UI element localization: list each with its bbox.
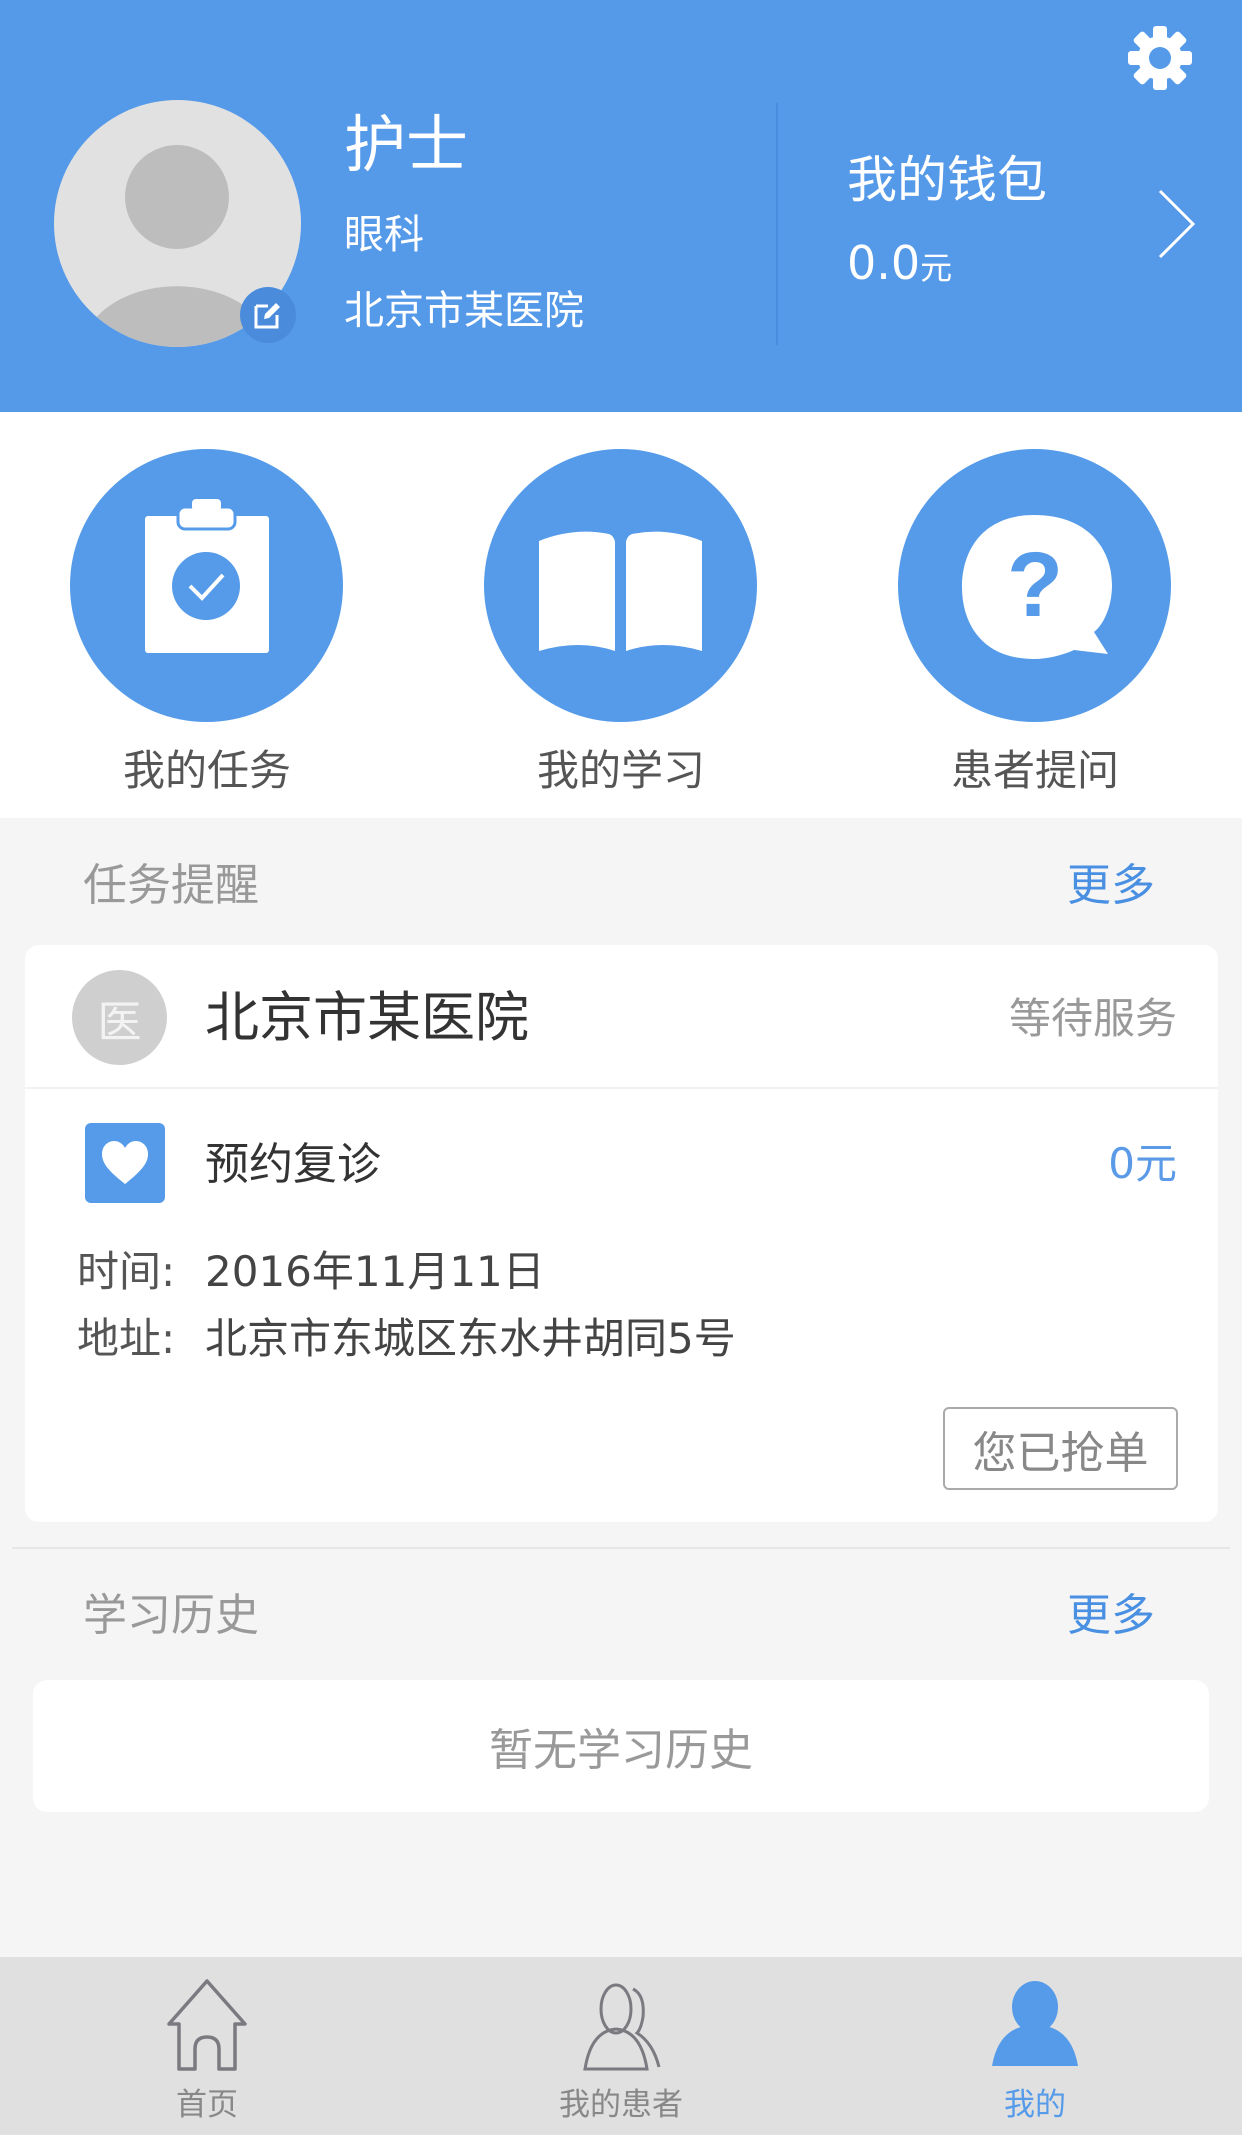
svg-text:?: ?	[1007, 534, 1063, 636]
wallet-amount-unit: 元	[920, 249, 953, 287]
quick-action-patient-questions[interactable]: ? 患者提问	[828, 412, 1242, 818]
time-label: 时间:	[77, 1247, 176, 1296]
gear-icon[interactable]	[1125, 23, 1195, 93]
section-divider	[12, 1547, 1230, 1549]
card-divider	[25, 1087, 1218, 1089]
tab-label: 首页	[176, 2087, 238, 2123]
quick-action-my-study[interactable]: 我的学习	[414, 412, 828, 818]
tab-label: 我的患者	[559, 2087, 683, 2123]
task-address-row: 地址: 北京市东城区东水井胡同5号	[77, 1318, 736, 1360]
address-value: 北京市东城区东水井胡同5号	[205, 1314, 736, 1363]
tab-me[interactable]: 我的	[828, 1957, 1242, 2135]
quick-action-my-tasks[interactable]: 我的任务	[0, 412, 414, 818]
edit-icon	[254, 303, 280, 329]
task-reminder-more-link[interactable]: 更多	[1067, 864, 1155, 908]
time-value: 2016年11月11日	[205, 1247, 545, 1296]
empty-state-text: 暂无学习历史	[489, 1725, 753, 1776]
task-hospital-name: 北京市某医院	[205, 986, 529, 1049]
wallet-title: 我的钱包	[847, 151, 1047, 209]
header-divider	[776, 103, 778, 345]
heart-icon	[102, 1141, 148, 1184]
study-history-more-link[interactable]: 更多	[1067, 1594, 1155, 1638]
profile-icon	[992, 1981, 1078, 2066]
service-price: 0元	[1108, 1139, 1177, 1188]
service-icon-box	[85, 1123, 165, 1203]
quick-actions: 我的任务 我的学习 ? 患者提问	[0, 412, 1242, 818]
profile-header: 护士 眼科 北京市某医院 我的钱包 0.0元	[0, 0, 1242, 412]
patients-icon	[583, 1983, 661, 2071]
order-grabbed-button[interactable]: 您已抢单	[943, 1407, 1178, 1490]
service-name: 预约复诊	[205, 1139, 381, 1190]
home-icon	[167, 1979, 247, 2071]
tab-home[interactable]: 首页	[0, 1957, 414, 2135]
quick-action-circle	[484, 449, 757, 722]
task-card[interactable]: 医 北京市某医院 等待服务 预约复诊 0元 时间: 2016年11月11日 地址:…	[25, 945, 1218, 1522]
tab-label: 我的	[1004, 2087, 1066, 2123]
task-reminder-title: 任务提醒	[83, 860, 259, 911]
task-status: 等待服务	[1008, 994, 1177, 1043]
wallet-balance: 0.0元	[847, 240, 952, 286]
quick-action-circle	[70, 449, 343, 722]
tab-my-patients[interactable]: 我的患者	[414, 1957, 828, 2135]
edit-avatar-button[interactable]	[240, 287, 296, 343]
user-name: 护士	[344, 108, 469, 181]
question-bubble-icon: ?	[962, 515, 1112, 659]
quick-action-label: 患者提问	[950, 746, 1119, 795]
task-time-row: 时间: 2016年11月11日	[77, 1251, 545, 1293]
clipboard-check-icon	[145, 499, 269, 653]
study-history-title: 学习历史	[83, 1590, 259, 1641]
quick-action-label: 我的学习	[536, 746, 705, 795]
quick-action-circle: ?	[898, 449, 1171, 722]
wallet-amount-value: 0.0	[847, 236, 921, 290]
user-hospital: 北京市某医院	[344, 288, 584, 334]
address-label: 地址:	[77, 1314, 176, 1363]
user-department: 眼科	[344, 212, 424, 258]
hospital-avatar: 医	[72, 970, 167, 1065]
wallet-link[interactable]: 我的钱包 0.0元	[779, 103, 1242, 345]
open-book-icon	[539, 531, 702, 651]
bottom-tab-bar: 首页 我的患者 我的	[0, 1957, 1242, 2135]
quick-action-label: 我的任务	[122, 746, 291, 795]
chevron-right-icon	[1158, 189, 1196, 259]
study-history-empty-card: 暂无学习历史	[33, 1680, 1209, 1812]
